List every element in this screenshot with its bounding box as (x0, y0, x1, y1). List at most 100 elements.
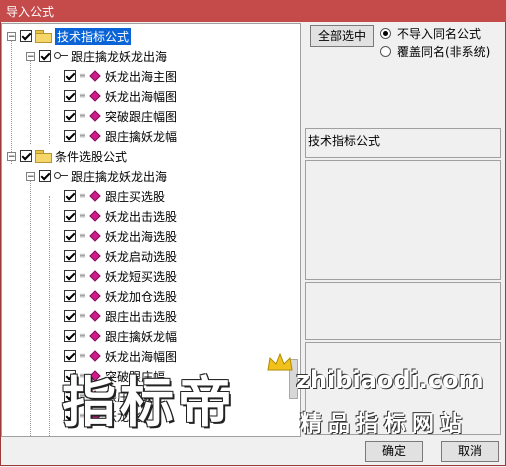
formula-icon: ≡ (79, 251, 86, 260)
title-bar: 导入公式 (0, 0, 506, 22)
radio-label: 覆盖同名(非系统) (397, 45, 491, 59)
formula-icon: ≡ (79, 231, 86, 240)
tree-item[interactable]: ≡ 妖龙启动选股 (64, 246, 177, 266)
tree-item[interactable]: ≡ 跟庄擒妖龙幅 (64, 326, 177, 346)
checkbox[interactable] (20, 30, 32, 42)
key-icon (54, 51, 68, 61)
formula-icon: ≡ (79, 111, 86, 120)
formula-gem-icon (89, 210, 101, 222)
checkbox[interactable] (64, 290, 76, 302)
info-label: 技术指标公式 (308, 134, 381, 148)
tree-item[interactable]: ≡ 妖龙出击选股 (64, 206, 177, 226)
formula-gem-icon (89, 70, 101, 82)
tree-item[interactable]: ≡ 妖龙出海主图 (64, 66, 177, 86)
checkbox[interactable] (64, 130, 76, 142)
radio-label: 不导入同名公式 (397, 27, 482, 41)
formula-icon: ≡ (79, 211, 86, 220)
formula-gem-icon (89, 290, 101, 302)
collapse-toggle[interactable]: − (26, 171, 35, 181)
formula-icon: ≡ (79, 291, 86, 300)
formula-icon: ≡ (79, 71, 86, 80)
radio-dot[interactable] (380, 28, 391, 39)
checkbox[interactable] (64, 230, 76, 242)
tree-label: 跟庄出击选股 (105, 309, 178, 324)
tree-label: 妖龙加仓选股 (105, 289, 178, 304)
watermark-slogan: 精品指标网站 (300, 412, 469, 437)
checkbox[interactable] (39, 170, 51, 182)
formula-icon: ≡ (79, 271, 86, 280)
tree-label: 妖龙出海主图 (105, 69, 178, 84)
crown-icon (266, 352, 294, 372)
radio-overwrite[interactable]: 覆盖同名(非系统) (380, 43, 490, 60)
tree-item[interactable]: ≡ 妖龙出海选股 (64, 226, 177, 246)
description-panel (305, 160, 501, 280)
tree-line (30, 176, 31, 436)
checkbox[interactable] (39, 50, 51, 62)
tree-line (30, 56, 31, 144)
folder-icon (35, 150, 52, 163)
formula-icon: ≡ (79, 331, 86, 340)
tree-label: 妖龙出击选股 (105, 209, 178, 224)
tree-item[interactable]: ≡ 跟庄出击选股 (64, 306, 177, 326)
select-all-button[interactable]: 全部选中 (310, 25, 374, 47)
tree-node-group2[interactable]: − 跟庄擒龙妖龙出海 (26, 166, 167, 186)
tree-label: 技术指标公式 (55, 27, 132, 45)
tree-item[interactable]: ≡ 妖龙出海幅图 (64, 86, 177, 106)
ok-button[interactable]: 确定 (365, 441, 423, 462)
formula-icon: ≡ (79, 91, 86, 100)
info-panel: 技术指标公式 (305, 128, 501, 158)
formula-icon: ≡ (79, 311, 86, 320)
tree-label: 跟庄擒龙妖龙出海 (71, 169, 168, 184)
checkbox[interactable] (64, 270, 76, 282)
formula-gem-icon (89, 90, 101, 102)
formula-gem-icon (89, 330, 101, 342)
tree-line (11, 36, 12, 164)
checkbox[interactable] (64, 90, 76, 102)
tree-label: 跟庄擒妖龙幅 (105, 129, 178, 144)
tree-node-root1[interactable]: − 技术指标公式 (7, 26, 132, 46)
checkbox[interactable] (64, 210, 76, 222)
tree-line (49, 196, 50, 436)
checkbox[interactable] (64, 110, 76, 122)
tree-item[interactable]: ≡ 突破跟庄幅图 (64, 106, 177, 126)
collapse-toggle[interactable]: − (7, 31, 16, 41)
checkbox[interactable] (64, 310, 76, 322)
tree-node-root2[interactable]: − 条件选股公式 (7, 146, 127, 166)
tree-label: 妖龙出海幅图 (105, 89, 178, 104)
tree-label: 妖龙启动选股 (105, 249, 178, 264)
formula-gem-icon (89, 230, 101, 242)
formula-icon: ≡ (79, 131, 86, 140)
tree-line (49, 76, 50, 144)
watermark-domain: zhibiaodi.com (296, 366, 484, 394)
formula-icon: ≡ (79, 191, 86, 200)
formula-gem-icon (89, 250, 101, 262)
formula-gem-icon (89, 270, 101, 282)
checkbox[interactable] (64, 70, 76, 82)
radio-no-import[interactable]: 不导入同名公式 (380, 25, 481, 42)
tree-node-group1[interactable]: − 跟庄擒龙妖龙出海 (26, 46, 167, 66)
formula-gem-icon (89, 190, 101, 202)
tree-item[interactable]: ≡ 妖龙加仓选股 (64, 286, 177, 306)
key-icon (54, 171, 68, 181)
checkbox[interactable] (64, 330, 76, 342)
tree-label: 跟庄买选股 (105, 189, 166, 204)
radio-dot[interactable] (380, 46, 391, 57)
tree-item[interactable]: ≡ 妖龙短买选股 (64, 266, 177, 286)
tree-item[interactable]: ≡ 跟庄擒妖龙幅 (64, 126, 177, 146)
tree-label: 突破跟庄幅图 (105, 109, 178, 124)
cancel-button[interactable]: 取消 (441, 441, 499, 462)
collapse-toggle[interactable]: − (7, 151, 16, 161)
tree-item[interactable]: ≡ 跟庄买选股 (64, 186, 165, 206)
formula-gem-icon (89, 110, 101, 122)
window-title: 导入公式 (6, 5, 55, 19)
checkbox[interactable] (64, 250, 76, 262)
formula-gem-icon (89, 310, 101, 322)
collapse-toggle[interactable]: − (26, 51, 35, 61)
tree-label: 跟庄擒龙妖龙出海 (71, 49, 168, 64)
watermark-logo: 指标帝 (62, 371, 236, 434)
formula-gem-icon (89, 130, 101, 142)
tree-label: 条件选股公式 (55, 149, 128, 164)
tree-label: 跟庄擒妖龙幅 (105, 329, 178, 344)
checkbox[interactable] (64, 190, 76, 202)
checkbox[interactable] (20, 150, 32, 162)
